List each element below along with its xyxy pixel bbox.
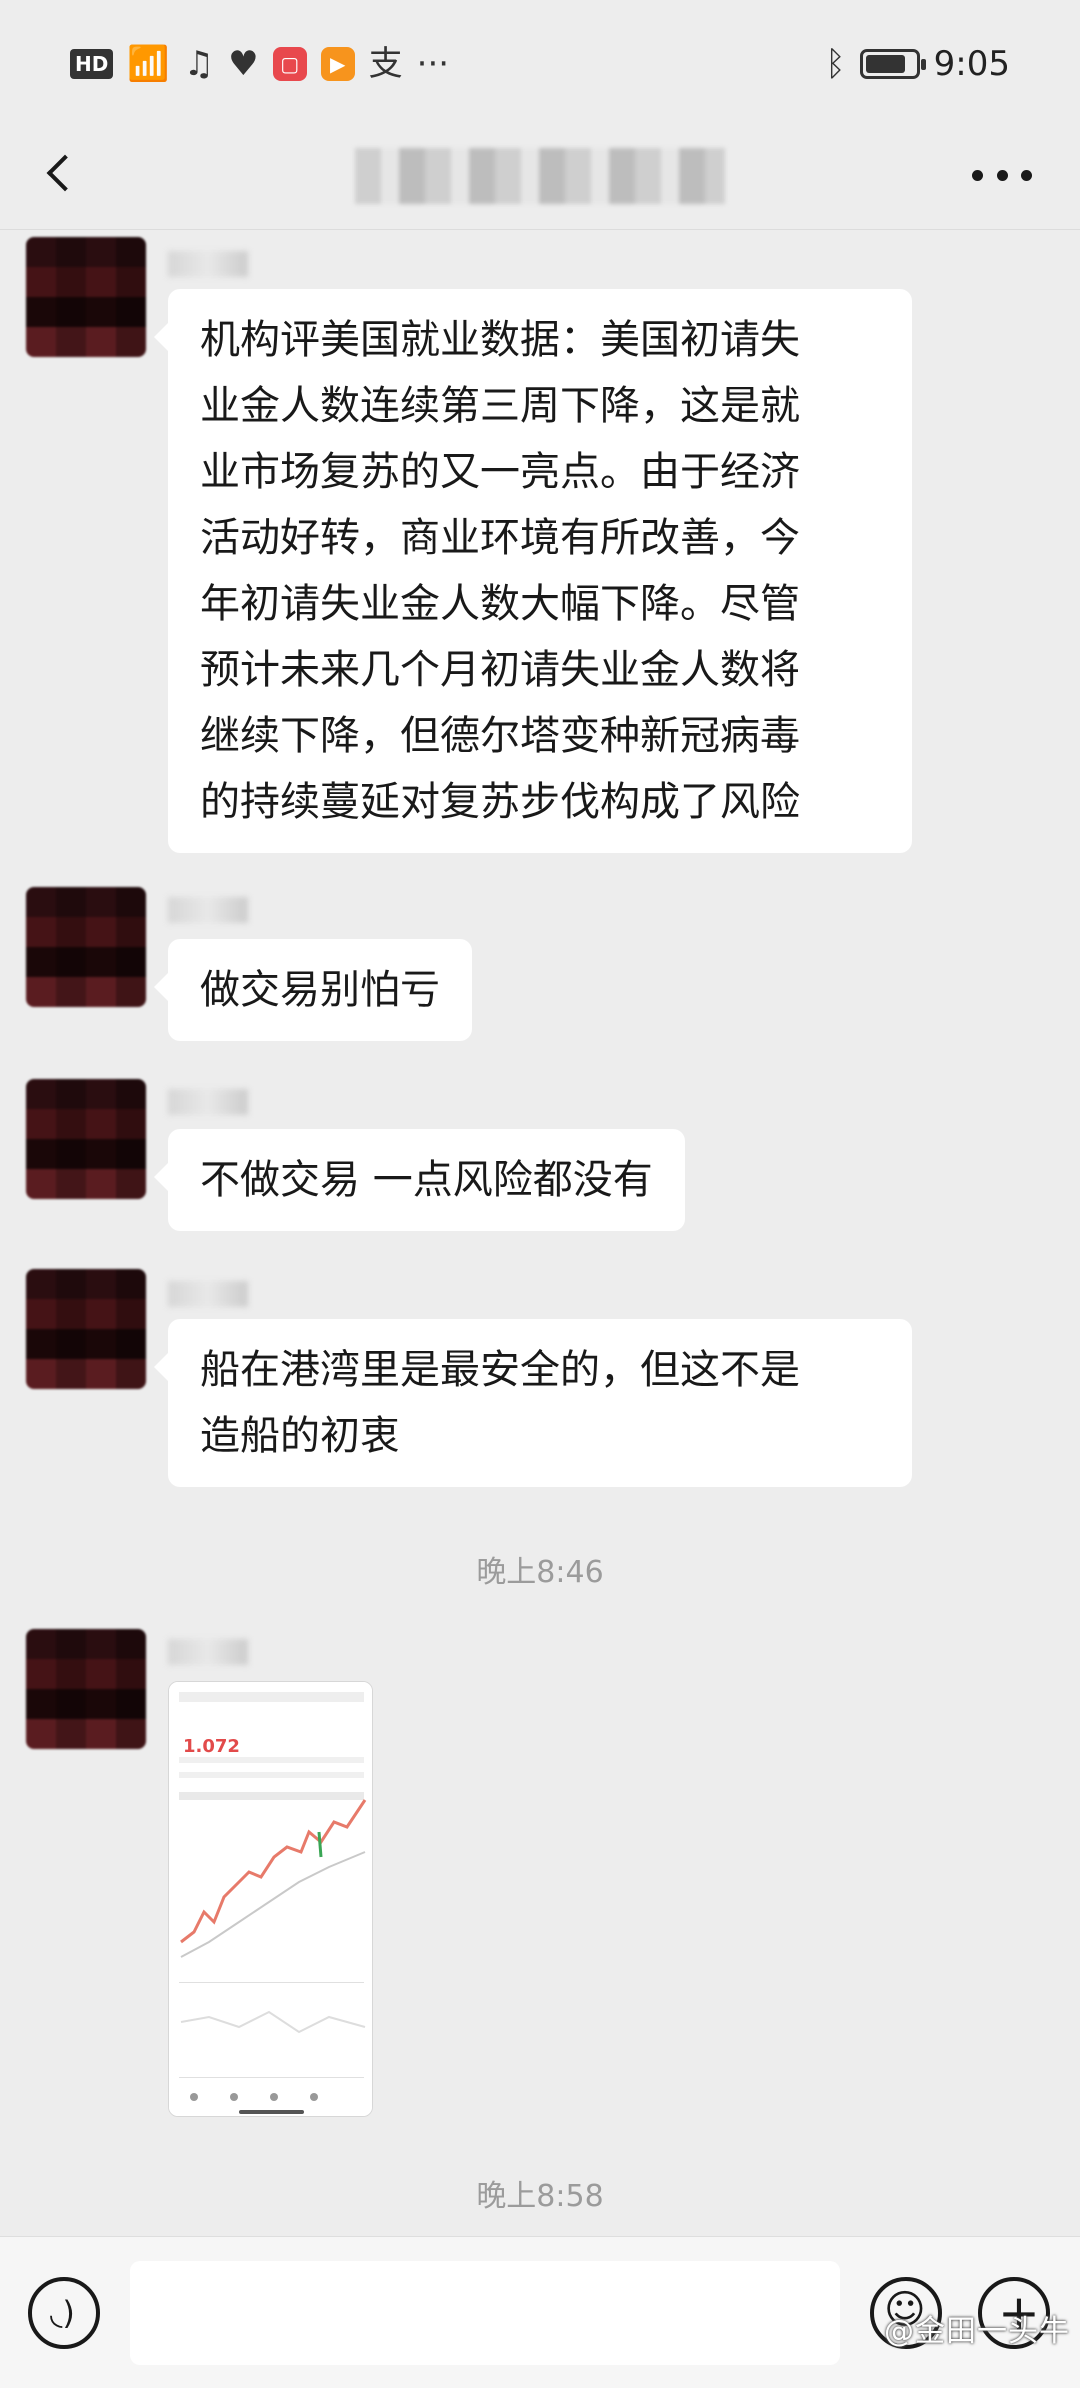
clock: 9:05 <box>933 44 1010 84</box>
avatar[interactable] <box>26 1629 146 1749</box>
sender-name-blurred <box>168 1639 248 1665</box>
back-button[interactable] <box>30 140 90 210</box>
chevron-left-icon <box>46 154 84 192</box>
avatar[interactable] <box>26 1269 146 1389</box>
preview-price: 1.072 <box>183 1736 240 1757</box>
message-bubble[interactable]: 船在港湾里是最安全的，但这不是 造船的初衷 <box>154 1319 912 1487</box>
music-icon: ♫ <box>183 44 215 84</box>
hd-badge: HD <box>70 49 114 79</box>
voice-icon: ◟) <box>50 2294 75 2332</box>
avatar[interactable] <box>26 1079 146 1199</box>
more-notifications-icon: ··· <box>416 44 450 84</box>
red-app-icon: ▢ <box>272 47 307 81</box>
status-bar-right: ᛒ 9:05 <box>825 44 1010 84</box>
message-bubble[interactable]: 机构评美国就业数据：美国初请失 业金人数连续第三周下降，这是就 业市场复苏的又一… <box>154 289 912 853</box>
alipay-icon: 支 <box>368 44 403 84</box>
sender-name-blurred <box>168 251 248 277</box>
heart-icon: ♥ <box>228 44 259 84</box>
image-message-thumbnail[interactable]: 1.072 <box>168 1681 373 2117</box>
sender-name-blurred <box>168 1281 248 1307</box>
message-bubble[interactable]: 做交易别怕亏 <box>154 939 472 1041</box>
battery-level <box>865 55 905 73</box>
chat-title-blurred <box>355 148 725 204</box>
status-bar-left: HD 📶 ♫ ♥ ▢ ▶ 支 ··· <box>70 44 449 84</box>
chat-header <box>0 120 1080 230</box>
voice-button[interactable]: ◟) <box>28 2277 100 2349</box>
message-input[interactable] <box>130 2261 840 2365</box>
more-dots-icon <box>972 169 983 181</box>
watermark: @金田一头牛 <box>884 2314 1070 2349</box>
battery-icon <box>859 49 926 79</box>
avatar[interactable] <box>26 887 146 1007</box>
sender-name-blurred <box>168 1089 248 1115</box>
time-divider: 晚上8:58 <box>476 2179 604 2214</box>
time-divider: 晚上8:46 <box>476 1555 604 1590</box>
avatar[interactable] <box>26 237 146 357</box>
signal-icon: 📶 <box>127 44 170 84</box>
status-bar: HD 📶 ♫ ♥ ▢ ▶ 支 ··· ᛒ 9:05 <box>0 0 1080 130</box>
video-app-icon: ▶ <box>320 47 355 81</box>
more-options-button[interactable] <box>972 150 1032 200</box>
message-bubble[interactable]: 不做交易 一点风险都没有 <box>154 1129 685 1231</box>
bluetooth-icon: ᛒ <box>825 44 846 84</box>
chat-area[interactable]: 机构评美国就业数据：美国初请失 业金人数连续第三周下降，这是就 业市场复苏的又一… <box>0 231 1080 2236</box>
sender-name-blurred <box>168 897 248 923</box>
